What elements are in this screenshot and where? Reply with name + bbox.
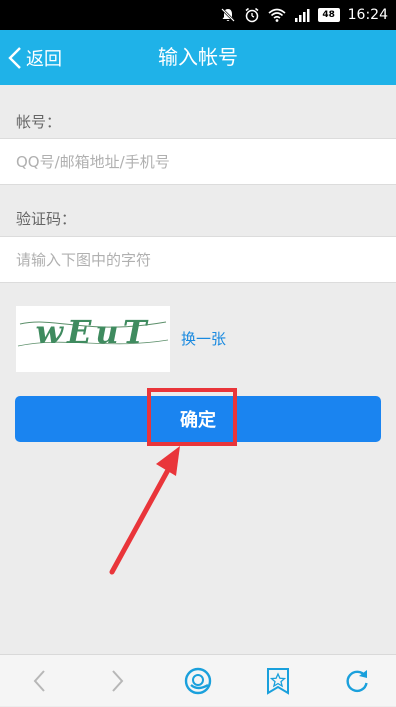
title-bar: 返回 输入帐号	[0, 30, 396, 85]
chevron-left-icon	[8, 46, 21, 69]
status-bar: 48 16:24	[0, 0, 396, 30]
account-input[interactable]	[0, 139, 396, 184]
arrow-left-icon	[33, 670, 45, 692]
signal-icon	[294, 8, 310, 22]
browser-back-button[interactable]	[19, 655, 59, 707]
back-button[interactable]: 返回	[8, 30, 62, 85]
bookmark-button[interactable]	[258, 655, 298, 707]
confirm-button[interactable]: 确定	[15, 396, 381, 442]
qq-browser-home-button[interactable]	[178, 655, 218, 707]
alarm-clock-icon	[244, 7, 260, 23]
refresh-captcha-link[interactable]: 换一张	[181, 328, 226, 349]
refresh-icon	[346, 670, 368, 693]
captcha-image[interactable]: wEuT	[16, 306, 170, 372]
refresh-button[interactable]	[337, 655, 377, 707]
browser-forward-button[interactable]	[98, 655, 138, 707]
account-label: 帐号：	[16, 113, 62, 131]
account-field	[0, 138, 396, 185]
captcha-label: 验证码：	[16, 210, 77, 228]
back-label: 返回	[26, 48, 62, 70]
battery-icon: 48	[317, 8, 340, 22]
captcha-input[interactable]	[0, 237, 396, 282]
bookmark-star-icon	[267, 668, 289, 695]
captcha-text: wEuT	[35, 313, 150, 351]
browser-toolbar	[0, 654, 396, 706]
qq-browser-icon	[184, 667, 212, 695]
wifi-icon	[268, 8, 286, 22]
notification-muted-icon	[220, 7, 236, 23]
captcha-field	[0, 236, 396, 283]
clock-time: 16:24	[347, 7, 388, 23]
arrow-right-icon	[112, 670, 124, 692]
